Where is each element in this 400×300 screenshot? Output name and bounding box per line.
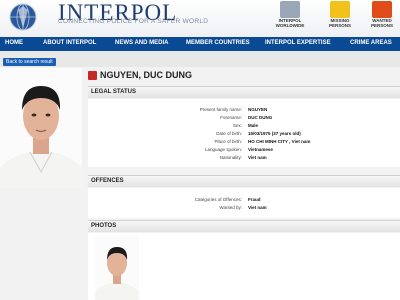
field-label: Nationality: bbox=[219, 155, 242, 160]
nav-news-and-media[interactable]: NEWS AND MEDIA bbox=[115, 40, 168, 46]
field-label: Sex: bbox=[232, 123, 242, 128]
legal-status-panel: Present family name: NGUYEN Forename: DU… bbox=[88, 99, 400, 167]
legal-status-row: Place of birth: HO CHI MINH CITY , Viet … bbox=[88, 139, 400, 147]
person-name: NGUYEN, DUC DUNG bbox=[100, 70, 193, 80]
nav-member-countries[interactable]: MEMBER COUNTRIES bbox=[186, 40, 250, 46]
wanted-persons-button[interactable]: WANTED PERSONS bbox=[364, 0, 400, 33]
field-value: NGUYEN bbox=[248, 107, 268, 112]
offences-header: OFFENCES bbox=[88, 175, 400, 187]
offences-row: Wanted by: Viet nam bbox=[88, 205, 400, 213]
field-value: HO CHI MINH CITY , Viet nam bbox=[248, 139, 311, 144]
missing-persons-label-2: PERSONS bbox=[328, 23, 351, 28]
wanted-notice-icon bbox=[88, 71, 97, 80]
main-photo bbox=[0, 68, 82, 188]
offences-panel: Categories of Offences: Fraud Wanted by:… bbox=[88, 188, 400, 218]
field-value: DUC DUNG bbox=[248, 115, 273, 120]
legal-status-row: Date of birth: 15/03/1975 (37 years old) bbox=[88, 131, 400, 139]
photos-header: PHOTOS bbox=[88, 220, 400, 232]
photo-thumbnail[interactable] bbox=[95, 236, 139, 300]
missing-persons-button[interactable]: MISSING PERSONS bbox=[322, 0, 358, 33]
interpol-worldwide-label-2: WORLDWIDE bbox=[275, 23, 305, 28]
nav-interpol-expertise[interactable]: INTERPOL EXPERTISE bbox=[265, 40, 331, 46]
field-label: Present family name: bbox=[199, 107, 242, 112]
legal-status-header: LEGAL STATUS bbox=[88, 86, 400, 98]
legal-status-row: Present family name: NGUYEN bbox=[88, 107, 400, 115]
field-label: Categories of Offences: bbox=[194, 197, 242, 202]
field-value: 15/03/1975 (37 years old) bbox=[248, 131, 301, 136]
interpol-worldwide-button[interactable]: INTERPOL WORLDWIDE bbox=[272, 0, 308, 33]
field-value: Viet nam bbox=[248, 155, 267, 160]
offences-title: OFFENCES bbox=[91, 178, 124, 184]
legal-status-row: Nationality: Viet nam bbox=[88, 155, 400, 163]
site-tagline: CONNECTING POLICE FOR A SAFER WORLD bbox=[58, 18, 209, 25]
legal-status-row: Sex: Male bbox=[88, 123, 400, 131]
person-photo-thumbnail-image bbox=[95, 236, 139, 300]
nav-crime-areas[interactable]: CRIME AREAS bbox=[350, 40, 392, 46]
main-nav: HOME ABOUT INTERPOL NEWS AND MEDIA MEMBE… bbox=[0, 37, 400, 51]
interpol-logo-icon[interactable] bbox=[8, 2, 38, 32]
legal-status-row: Forename: DUC DUNG bbox=[88, 115, 400, 123]
offences-row: Categories of Offences: Fraud bbox=[88, 197, 400, 205]
legal-status-row: Language spoken: Vietnamese bbox=[88, 147, 400, 155]
field-label: Forename: bbox=[220, 115, 242, 120]
site-header: INTERPOL CONNECTING POLICE FOR A SAFER W… bbox=[0, 0, 400, 37]
nav-home[interactable]: HOME bbox=[5, 40, 23, 46]
field-label: Place of birth: bbox=[214, 139, 242, 144]
missing-persons-icon bbox=[330, 1, 350, 18]
photos-title: PHOTOS bbox=[91, 223, 117, 229]
field-value: Vietnamese bbox=[248, 147, 273, 152]
wanted-persons-label-2: PERSONS bbox=[370, 23, 393, 28]
back-to-search-button[interactable]: Back to search result bbox=[3, 58, 56, 66]
wanted-persons-icon bbox=[372, 1, 392, 18]
person-photo-image bbox=[0, 68, 82, 188]
field-value: Viet nam bbox=[248, 205, 267, 210]
legal-status-title: LEGAL STATUS bbox=[91, 89, 136, 95]
field-value: Fraud bbox=[248, 197, 261, 202]
nav-about-interpol[interactable]: ABOUT INTERPOL bbox=[43, 40, 96, 46]
field-label: Wanted by: bbox=[219, 205, 242, 210]
sub-bar bbox=[0, 51, 400, 67]
field-label: Language spoken: bbox=[204, 147, 242, 152]
interpol-worldwide-icon bbox=[280, 1, 300, 18]
field-label: Date of birth: bbox=[216, 131, 242, 136]
field-value: Male bbox=[248, 123, 259, 128]
